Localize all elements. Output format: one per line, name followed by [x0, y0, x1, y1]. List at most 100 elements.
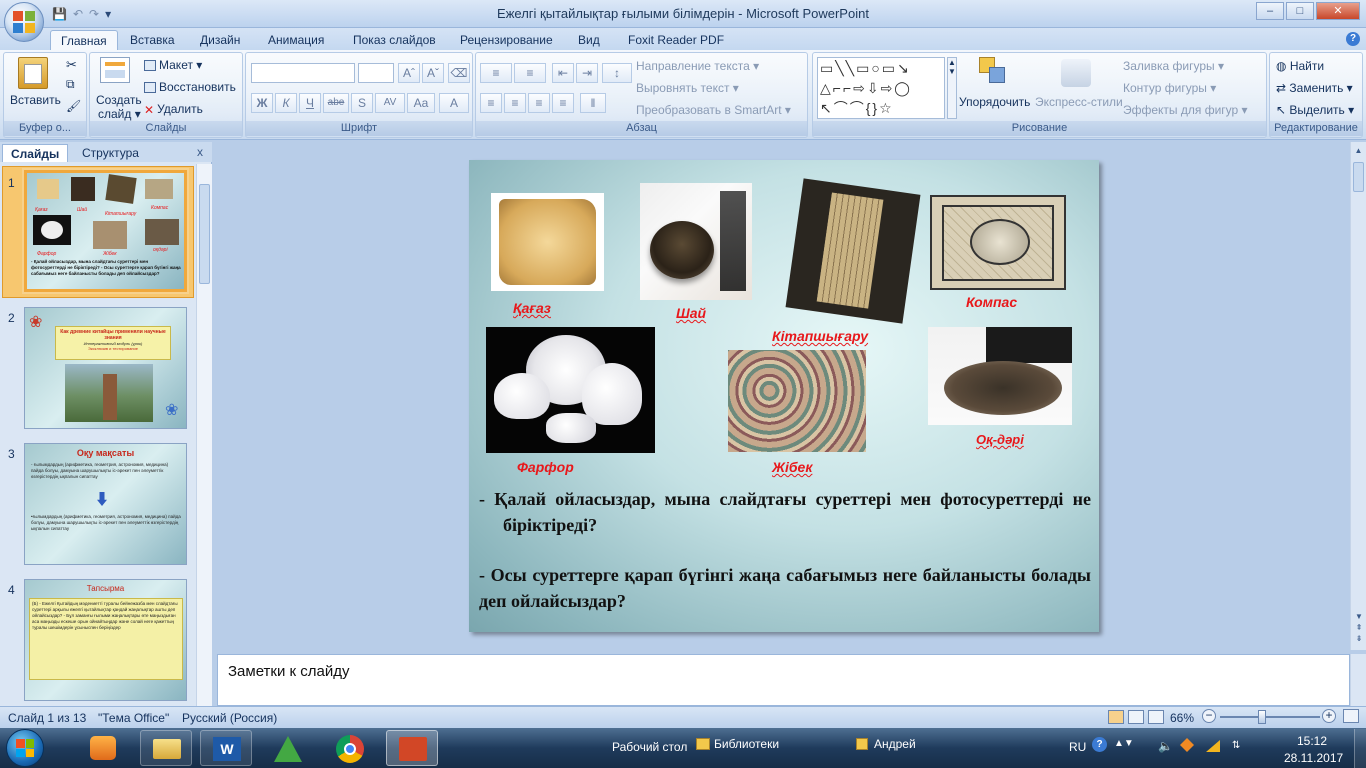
tab-view[interactable]: Вид — [568, 30, 610, 50]
taskbar-desktop-label[interactable]: Рабочий стол — [612, 740, 687, 754]
text-direction-button[interactable]: Направление текста ▾ — [636, 59, 759, 73]
replace-button[interactable]: ⇄ Заменить ▾ — [1276, 81, 1353, 95]
slideshow-view-icon[interactable] — [1148, 710, 1164, 724]
minimize-button[interactable]: – — [1256, 2, 1284, 20]
bamboo-book-image[interactable] — [785, 178, 921, 324]
gunpowder-image[interactable] — [928, 327, 1072, 425]
panel-scrollbar[interactable] — [196, 164, 212, 706]
taskbar-powerpoint[interactable] — [386, 730, 438, 766]
volume-icon[interactable]: 🔈 — [1158, 739, 1173, 753]
shapes-gallery[interactable]: ▭╲╲▭○▭↘ △⌐⌐⇨⇩⇨◯ ↖⌒⌒{}☆ — [817, 57, 945, 119]
compass-image[interactable] — [930, 195, 1066, 290]
taskbar-media-player[interactable] — [78, 730, 130, 766]
tab-slideshow[interactable]: Показ слайдов — [343, 30, 446, 50]
shape-fill-button[interactable]: Заливка фигуры ▾ — [1123, 59, 1224, 73]
copy-icon[interactable]: ⧉ — [66, 77, 75, 92]
clock-date[interactable]: 28.11.2017 — [1284, 751, 1343, 765]
underline-button[interactable]: Ч — [299, 93, 321, 113]
taskbar-chrome[interactable] — [324, 730, 376, 766]
zoom-level[interactable]: 66% — [1170, 711, 1194, 725]
zoom-out-icon[interactable]: − — [1202, 709, 1216, 723]
align-right-icon[interactable]: ≡ — [528, 93, 550, 113]
bullets-icon[interactable]: ≡ — [480, 63, 512, 83]
slide-canvas[interactable]: Қағаз Шай Кітапшығару Компас Фарфор Жібе… — [469, 160, 1099, 632]
normal-view-icon[interactable] — [1108, 710, 1124, 724]
shape-effects-button[interactable]: Эффекты для фигур ▾ — [1123, 103, 1248, 117]
shape-outline-button[interactable]: Контур фигуры ▾ — [1123, 81, 1216, 95]
show-desktop-button[interactable] — [1354, 729, 1366, 768]
align-left-icon[interactable]: ≡ — [480, 93, 502, 113]
tea-image[interactable] — [640, 183, 752, 300]
numbering-icon[interactable]: ≡ — [514, 63, 546, 83]
cut-icon[interactable]: ✂ — [66, 57, 77, 73]
tab-slides[interactable]: Слайды — [2, 144, 69, 162]
increase-indent-icon[interactable]: ⇥ — [576, 63, 598, 83]
slide-thumbnail-4[interactable]: Тапсырма (Б) - Ежелгі Қытайдың мәдениетт… — [24, 579, 187, 701]
slide-question-1[interactable]: - Қалай ойласыздар, мына слайдтағы сурет… — [479, 486, 1091, 538]
language-indicator[interactable]: RU — [1069, 740, 1086, 754]
tray-arrows-icon[interactable]: ⇅ — [1232, 740, 1240, 751]
decrease-indent-icon[interactable]: ⇤ — [552, 63, 574, 83]
zoom-slider-thumb[interactable] — [1258, 710, 1266, 724]
tab-insert[interactable]: Вставка — [120, 30, 185, 50]
maximize-button[interactable]: □ — [1286, 2, 1314, 20]
font-size-combo[interactable] — [358, 63, 394, 83]
panel-close-icon[interactable]: x — [197, 145, 203, 159]
tray-expand-icon[interactable]: ▲▼ — [1114, 738, 1134, 749]
slide-question-2[interactable]: - Осы суреттерге қарап бүгінгі жаңа саба… — [479, 562, 1091, 614]
bold-button[interactable]: Ж — [251, 93, 273, 113]
taskbar-libraries[interactable]: Библиотеки — [714, 737, 779, 751]
tab-home[interactable]: Главная — [50, 30, 118, 50]
quick-styles-button[interactable]: Экспресс-стили — [1035, 95, 1123, 109]
layout-button[interactable]: Макет ▾ — [144, 58, 202, 72]
notes-pane[interactable]: Заметки к слайду — [217, 654, 1350, 706]
taskbar-explorer[interactable] — [140, 730, 192, 766]
font-color-button[interactable]: A — [439, 93, 469, 113]
help-icon[interactable]: ? — [1092, 737, 1107, 752]
align-center-icon[interactable]: ≡ — [504, 93, 526, 113]
tab-foxit[interactable]: Foxit Reader PDF — [618, 30, 734, 50]
font-name-combo[interactable] — [251, 63, 355, 83]
taskbar-green-app[interactable] — [262, 730, 314, 766]
taskbar-user[interactable]: Андрей — [874, 737, 916, 751]
new-slide-button-line1[interactable]: Создать — [96, 93, 142, 107]
slide-scrollbar[interactable]: ▲ ▼ ⇞ ⇟ — [1350, 142, 1366, 650]
clear-format-icon[interactable]: ⌫ — [448, 63, 470, 83]
status-language[interactable]: Русский (Россия) — [182, 711, 277, 725]
close-button[interactable]: ✕ — [1316, 2, 1360, 20]
strikethrough-button[interactable]: abe — [323, 93, 349, 113]
office-button[interactable] — [4, 2, 44, 42]
slide-thumbnail-2[interactable]: ❀ ❀ Как древние китайцы применяли научны… — [24, 307, 187, 429]
shadow-button[interactable]: S — [351, 93, 373, 113]
paper-image[interactable] — [491, 193, 604, 291]
taskbar-word[interactable]: W — [200, 730, 252, 766]
tab-animation[interactable]: Анимация — [258, 30, 334, 50]
smartart-button[interactable]: Преобразовать в SmartArt ▾ — [636, 103, 791, 117]
justify-icon[interactable]: ≡ — [552, 93, 574, 113]
paste-button[interactable]: Вставить — [10, 93, 61, 107]
char-spacing-button[interactable]: AV — [375, 93, 405, 113]
tab-design[interactable]: Дизайн — [190, 30, 250, 50]
slide-sorter-icon[interactable] — [1128, 710, 1144, 724]
align-text-button[interactable]: Выровнять текст ▾ — [636, 81, 739, 95]
notes-scrollbar[interactable] — [1350, 654, 1366, 706]
slide-thumbnail-1[interactable]: Қағаз Шай Кітапшығару Компас Фарфор Жібе… — [24, 170, 187, 292]
shapes-gallery-scroll[interactable]: ▲ ▼ — [947, 57, 957, 119]
tab-review[interactable]: Рецензирование — [450, 30, 563, 50]
zoom-in-icon[interactable]: + — [1322, 709, 1336, 723]
slide-thumbnail-3[interactable]: Оқу мақсаты - ғылымдардың (арифметика, г… — [24, 443, 187, 565]
start-button[interactable] — [6, 729, 44, 767]
line-spacing-icon[interactable]: ↕ — [602, 63, 632, 83]
status-theme[interactable]: "Тема Office" — [98, 711, 169, 725]
porcelain-image[interactable] — [486, 327, 655, 453]
zoom-slider[interactable] — [1220, 716, 1320, 718]
arrange-button[interactable]: Упорядочить — [959, 95, 1030, 109]
find-button[interactable]: ◍ Найти — [1276, 59, 1324, 73]
shrink-font-icon[interactable]: Aˇ — [422, 63, 444, 83]
fit-slide-icon[interactable] — [1343, 709, 1359, 723]
select-button[interactable]: ↖ Выделить ▾ — [1276, 103, 1354, 117]
new-slide-button-line2[interactable]: слайд ▾ — [98, 107, 141, 121]
change-case-button[interactable]: Aa — [407, 93, 435, 113]
delete-button[interactable]: ✕ Удалить — [144, 102, 203, 117]
format-painter-icon[interactable]: 🖌 — [66, 99, 81, 113]
